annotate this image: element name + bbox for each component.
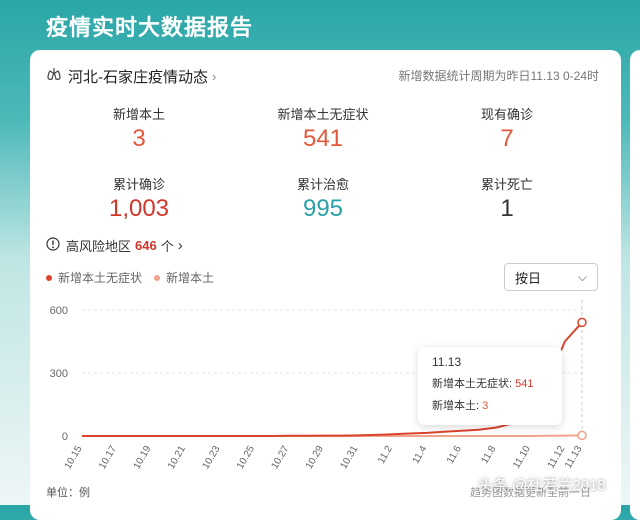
tooltip-row-local: 新增本土: 3: [432, 397, 552, 413]
y-tick-label: 300: [50, 368, 68, 380]
tooltip-value: 541: [515, 378, 534, 390]
x-tick-label: 10.21: [166, 444, 188, 472]
x-tick-label: 10.29: [304, 444, 326, 472]
x-tick-label: 10.31: [338, 444, 360, 472]
tooltip-row-asymptomatic: 新增本土无症状: 541: [432, 375, 552, 391]
x-tick-label: 11.6: [445, 444, 464, 466]
y-tick-label: 0: [62, 431, 68, 443]
x-tick-label: 11.4: [411, 444, 430, 466]
next-card-edge: [630, 50, 640, 520]
x-tick-label: 10.19: [132, 444, 154, 472]
chart-tooltip: 11.13 新增本土无症状: 541 新增本土: 3: [418, 347, 562, 425]
series-point: [577, 317, 587, 328]
x-tick-label: 11.2: [376, 444, 395, 466]
x-tick-label: 11.10: [511, 444, 533, 471]
unit-note: 单位：例: [46, 487, 90, 499]
tooltip-label: 新增本土:: [432, 400, 480, 412]
x-tick-label: 10.27: [269, 444, 291, 472]
x-tick-label: 10.17: [97, 444, 119, 472]
tooltip-value: 3: [482, 400, 489, 412]
epidemic-card: 河北-石家庄疫情动态 › 新增数据统计周期为昨日11.13 0-24时 新增本土…: [30, 50, 621, 520]
x-tick-label: 10.25: [235, 444, 257, 472]
watermark: 头条 @杜若兰2018: [478, 477, 606, 494]
x-tick-label: 11.13: [563, 444, 585, 471]
x-tick-label: 11.8: [479, 444, 498, 466]
x-tick-label: 10.15: [63, 444, 85, 472]
trend-chart: 600 300 0 10.15 10.17 10.19 10.21 10.23 10.25 10…: [50, 300, 587, 472]
y-tick-label: 600: [50, 305, 68, 317]
series-point: [577, 430, 587, 441]
page-title: 疫情实时大数据报告: [46, 15, 254, 40]
tooltip-date: 11.13: [432, 355, 462, 369]
x-tick-label: 10.23: [200, 444, 222, 472]
tooltip-label: 新增本土无症状:: [432, 378, 513, 390]
